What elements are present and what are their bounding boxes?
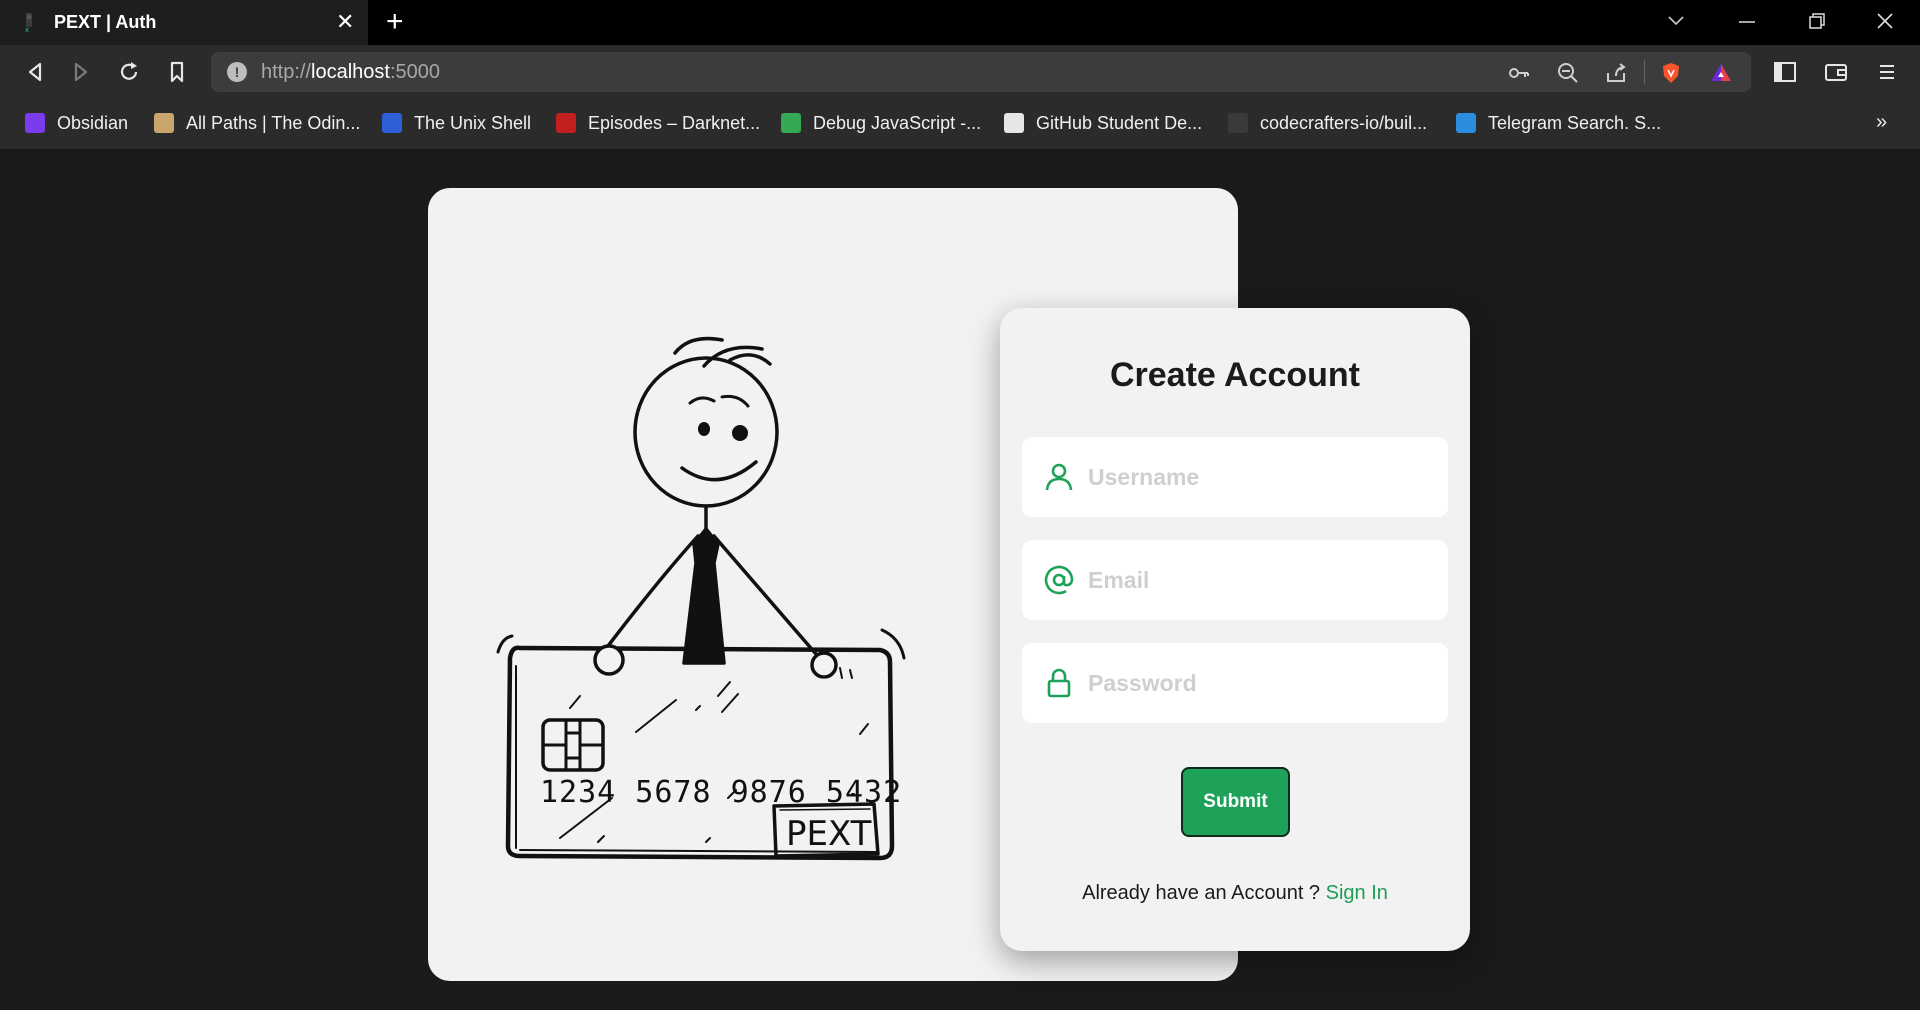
unix-shell-icon — [382, 113, 402, 133]
bookmark-github-student[interactable]: GitHub Student De... — [1004, 109, 1202, 137]
github-icon — [1004, 113, 1024, 133]
email-input[interactable] — [1088, 560, 1428, 600]
odin-icon — [154, 113, 174, 133]
url-protocol: http:// — [261, 61, 312, 83]
close-window-icon[interactable] — [1876, 12, 1894, 30]
restore-icon[interactable] — [1808, 12, 1826, 30]
tab-search-chevron-icon[interactable] — [1667, 14, 1685, 28]
tab-close-icon[interactable]: ✕ — [336, 10, 354, 34]
bookmark-label: Debug JavaScript -... — [813, 112, 982, 133]
signin-prompt: Already have an Account ? — [1082, 882, 1326, 904]
bookmark-codecrafters[interactable]: codecrafters-io/buil... — [1228, 109, 1427, 137]
forward-icon[interactable] — [68, 59, 94, 85]
password-input[interactable] — [1088, 663, 1428, 703]
minimize-icon[interactable] — [1738, 20, 1756, 24]
share-icon[interactable] — [1604, 61, 1628, 85]
darknet-icon — [556, 113, 576, 133]
url-port: :5000 — [389, 61, 441, 83]
url-text[interactable]: http://localhost:5000 — [261, 61, 440, 84]
active-tab[interactable]: x PEXT | Auth ✕ — [0, 0, 368, 45]
bookmark-debug-js[interactable]: Debug JavaScript -... — [781, 109, 981, 137]
bookmarks-bar: Obsidian All Paths | The Odin... The Uni… — [0, 99, 1920, 149]
site-info-icon[interactable]: ! — [227, 62, 247, 82]
zoom-out-icon[interactable] — [1556, 61, 1580, 85]
username-input[interactable] — [1088, 457, 1428, 497]
bookmark-label: codecrafters-io/buil... — [1260, 112, 1428, 133]
chrome-icon — [781, 113, 801, 133]
bookmark-telegram-search[interactable]: Telegram Search. S... — [1456, 109, 1661, 137]
lock-icon — [1047, 668, 1071, 698]
bookmark-label: Obsidian — [57, 112, 129, 133]
reload-icon[interactable] — [116, 59, 142, 85]
submit-button[interactable]: Submit — [1181, 767, 1290, 837]
tab-title: PEXT | Auth — [54, 12, 157, 32]
sidebar-icon[interactable] — [1772, 59, 1798, 85]
bookmark-label: All Paths | The Odin... — [186, 112, 361, 133]
bookmark-label: Episodes – Darknet... — [588, 112, 761, 133]
url-host: localhost — [311, 61, 390, 83]
bookmark-label: Telegram Search. S... — [1488, 112, 1662, 133]
bookmark-unix-shell[interactable]: The Unix Shell — [382, 109, 531, 137]
at-sign-icon — [1044, 565, 1074, 595]
username-field[interactable] — [1022, 437, 1448, 517]
signin-row: Already have an Account ? Sign In — [1000, 882, 1470, 905]
telegram-search-icon — [1456, 113, 1476, 133]
pext-favicon-icon: x — [25, 13, 32, 33]
url-divider — [1644, 60, 1645, 84]
more-bookmarks-icon[interactable]: » — [1876, 111, 1887, 134]
email-field[interactable] — [1022, 540, 1448, 620]
bookmark-icon[interactable] — [164, 59, 190, 85]
brave-rewards-icon[interactable] — [1709, 61, 1733, 85]
obsidian-icon — [25, 113, 45, 133]
password-field[interactable] — [1022, 643, 1448, 723]
bookmark-label: GitHub Student De... — [1036, 112, 1203, 133]
user-icon — [1045, 463, 1073, 491]
back-icon[interactable] — [22, 59, 48, 85]
tab-bar: x PEXT | Auth ✕ + — [0, 0, 1920, 45]
new-tab-button[interactable]: + — [386, 6, 404, 38]
sign-in-link[interactable]: Sign In — [1326, 882, 1388, 904]
create-account-form: Create Account Submit Already have an Ac… — [1000, 308, 1470, 951]
stickman-card-illustration: 1234 5678 9876 5432 PEXT — [496, 336, 906, 898]
key-icon[interactable] — [1507, 61, 1531, 85]
menu-icon[interactable] — [1874, 59, 1900, 85]
bookmark-obsidian[interactable]: Obsidian — [25, 109, 128, 137]
browser-toolbar: ! http://localhost:5000 — [0, 45, 1920, 99]
auth-page: 1234 5678 9876 5432 PEXT Create Account … — [0, 149, 1920, 1010]
bookmark-darknet[interactable]: Episodes – Darknet... — [556, 109, 760, 137]
wallet-icon[interactable] — [1823, 59, 1849, 85]
address-bar[interactable]: ! http://localhost:5000 — [211, 52, 1751, 92]
codecrafters-icon — [1228, 113, 1248, 133]
card-brand: PEXT — [786, 814, 872, 854]
bookmark-odin[interactable]: All Paths | The Odin... — [154, 109, 360, 137]
card-number: 1234 5678 9876 5432 — [540, 775, 902, 810]
brave-shields-icon[interactable] — [1659, 61, 1683, 85]
form-title: Create Account — [1109, 356, 1361, 394]
bookmark-label: The Unix Shell — [414, 112, 532, 133]
svg-text:x: x — [25, 26, 29, 33]
